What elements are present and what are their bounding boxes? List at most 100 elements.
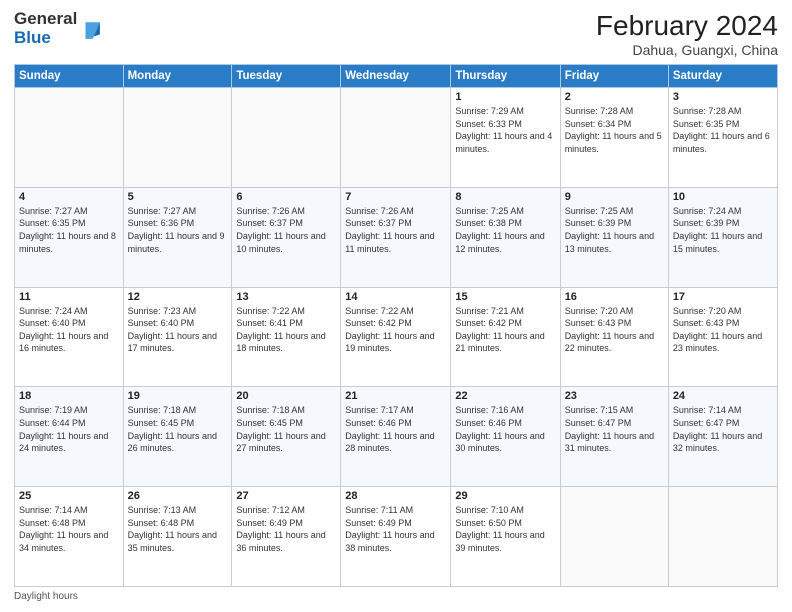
calendar-cell [15,88,124,188]
calendar-cell: 15 Sunrise: 7:21 AM Sunset: 6:42 PM Dayli… [451,287,560,387]
calendar-cell: 29 Sunrise: 7:10 AM Sunset: 6:50 PM Dayli… [451,487,560,587]
day-number: 24 [673,390,773,402]
logo-blue: Blue [14,29,77,48]
calendar-cell: 7 Sunrise: 7:26 AM Sunset: 6:37 PM Daylig… [341,187,451,287]
calendar-cell: 25 Sunrise: 7:14 AM Sunset: 6:48 PM Dayli… [15,487,124,587]
day-info: Sunrise: 7:13 AM Sunset: 6:48 PM Dayligh… [128,504,228,554]
day-info: Sunrise: 7:14 AM Sunset: 6:48 PM Dayligh… [19,504,119,554]
day-number: 26 [128,490,228,502]
calendar-cell: 19Sunrise: 7:18 AM Sunset: 6:45 PM Dayli… [123,387,232,487]
day-info: Sunrise: 7:10 AM Sunset: 6:50 PM Dayligh… [455,504,555,554]
day-number: 7 [345,191,446,203]
day-info: Sunrise: 7:20 AM Sunset: 6:43 PM Dayligh… [565,305,664,355]
calendar-cell: 21 Sunrise: 7:17 AM Sunset: 6:46 PM Dayli… [341,387,451,487]
day-number: 29 [455,490,555,502]
calendar-cell: 6Sunrise: 7:26 AM Sunset: 6:37 PM Daylig… [232,187,341,287]
day-info: Sunrise: 7:20 AM Sunset: 6:43 PM Dayligh… [673,305,773,355]
footer-note: Daylight hours [14,591,778,602]
weekday-monday: Monday [123,65,232,88]
day-number: 4 [19,191,119,203]
calendar-cell: 3 Sunrise: 7:28 AM Sunset: 6:35 PM Daylig… [668,88,777,188]
day-info: Sunrise: 7:17 AM Sunset: 6:46 PM Dayligh… [345,404,446,454]
day-info: Sunrise: 7:27 AM Sunset: 6:35 PM Dayligh… [19,205,119,255]
calendar-cell: 13Sunrise: 7:22 AM Sunset: 6:41 PM Dayli… [232,287,341,387]
month-year: February 2024 [596,10,778,42]
day-number: 12 [128,291,228,303]
day-number: 25 [19,490,119,502]
calendar-cell [668,487,777,587]
weekday-wednesday: Wednesday [341,65,451,88]
day-number: 6 [236,191,336,203]
day-number: 22 [455,390,555,402]
logo-general: General [14,10,77,29]
calendar-cell: 8Sunrise: 7:25 AM Sunset: 6:38 PM Daylig… [451,187,560,287]
day-info: Sunrise: 7:15 AM Sunset: 6:47 PM Dayligh… [565,404,664,454]
day-number: 17 [673,291,773,303]
day-number: 3 [673,91,773,103]
calendar-cell: 14 Sunrise: 7:22 AM Sunset: 6:42 PM Dayli… [341,287,451,387]
week-row-4: 25 Sunrise: 7:14 AM Sunset: 6:48 PM Dayli… [15,487,778,587]
calendar-cell: 23 Sunrise: 7:15 AM Sunset: 6:47 PM Dayli… [560,387,668,487]
day-number: 28 [345,490,446,502]
calendar-cell: 17 Sunrise: 7:20 AM Sunset: 6:43 PM Dayli… [668,287,777,387]
calendar-cell: 24Sunrise: 7:14 AM Sunset: 6:47 PM Dayli… [668,387,777,487]
day-info: Sunrise: 7:24 AM Sunset: 6:39 PM Dayligh… [673,205,773,255]
day-number: 5 [128,191,228,203]
day-info: Sunrise: 7:12 AM Sunset: 6:49 PM Dayligh… [236,504,336,554]
page: General Blue February 2024 Dahua, Guangx… [0,0,792,612]
day-info: Sunrise: 7:24 AM Sunset: 6:40 PM Dayligh… [19,305,119,355]
logo-icon [79,18,101,40]
day-info: Sunrise: 7:26 AM Sunset: 6:37 PM Dayligh… [345,205,446,255]
weekday-tuesday: Tuesday [232,65,341,88]
week-row-3: 18 Sunrise: 7:19 AM Sunset: 6:44 PM Dayli… [15,387,778,487]
day-info: Sunrise: 7:25 AM Sunset: 6:39 PM Dayligh… [565,205,664,255]
day-info: Sunrise: 7:28 AM Sunset: 6:34 PM Dayligh… [565,105,664,155]
day-info: Sunrise: 7:19 AM Sunset: 6:44 PM Dayligh… [19,404,119,454]
day-info: Sunrise: 7:21 AM Sunset: 6:42 PM Dayligh… [455,305,555,355]
calendar-body: 1 Sunrise: 7:29 AM Sunset: 6:33 PM Daylig… [15,88,778,587]
calendar-table: SundayMondayTuesdayWednesdayThursdayFrid… [14,64,778,587]
day-info: Sunrise: 7:25 AM Sunset: 6:38 PM Dayligh… [455,205,555,255]
day-info: Sunrise: 7:18 AM Sunset: 6:45 PM Dayligh… [236,404,336,454]
calendar-cell: 16 Sunrise: 7:20 AM Sunset: 6:43 PM Dayli… [560,287,668,387]
day-number: 14 [345,291,446,303]
calendar-cell [560,487,668,587]
week-row-0: 1 Sunrise: 7:29 AM Sunset: 6:33 PM Daylig… [15,88,778,188]
calendar-cell: 26 Sunrise: 7:13 AM Sunset: 6:48 PM Dayli… [123,487,232,587]
calendar-cell [341,88,451,188]
day-number: 21 [345,390,446,402]
day-number: 2 [565,91,664,103]
day-number: 9 [565,191,664,203]
day-number: 16 [565,291,664,303]
day-info: Sunrise: 7:18 AM Sunset: 6:45 PM Dayligh… [128,404,228,454]
calendar-cell: 18 Sunrise: 7:19 AM Sunset: 6:44 PM Dayli… [15,387,124,487]
weekday-friday: Friday [560,65,668,88]
day-number: 1 [455,91,555,103]
day-number: 15 [455,291,555,303]
calendar-cell: 22Sunrise: 7:16 AM Sunset: 6:46 PM Dayli… [451,387,560,487]
day-number: 20 [236,390,336,402]
day-number: 27 [236,490,336,502]
calendar-cell: 12 Sunrise: 7:23 AM Sunset: 6:40 PM Dayli… [123,287,232,387]
calendar-cell: 4 Sunrise: 7:27 AM Sunset: 6:35 PM Daylig… [15,187,124,287]
week-row-2: 11Sunrise: 7:24 AM Sunset: 6:40 PM Dayli… [15,287,778,387]
day-number: 23 [565,390,664,402]
calendar-cell: 5 Sunrise: 7:27 AM Sunset: 6:36 PM Daylig… [123,187,232,287]
header: General Blue February 2024 Dahua, Guangx… [14,10,778,58]
day-number: 18 [19,390,119,402]
calendar-cell: 1 Sunrise: 7:29 AM Sunset: 6:33 PM Daylig… [451,88,560,188]
calendar-cell [123,88,232,188]
day-info: Sunrise: 7:27 AM Sunset: 6:36 PM Dayligh… [128,205,228,255]
weekday-thursday: Thursday [451,65,560,88]
calendar-cell: 9 Sunrise: 7:25 AM Sunset: 6:39 PM Daylig… [560,187,668,287]
day-info: Sunrise: 7:29 AM Sunset: 6:33 PM Dayligh… [455,105,555,155]
weekday-saturday: Saturday [668,65,777,88]
day-info: Sunrise: 7:23 AM Sunset: 6:40 PM Dayligh… [128,305,228,355]
day-info: Sunrise: 7:22 AM Sunset: 6:42 PM Dayligh… [345,305,446,355]
day-info: Sunrise: 7:28 AM Sunset: 6:35 PM Dayligh… [673,105,773,155]
calendar-cell: 20 Sunrise: 7:18 AM Sunset: 6:45 PM Dayli… [232,387,341,487]
calendar-cell: 10Sunrise: 7:24 AM Sunset: 6:39 PM Dayli… [668,187,777,287]
calendar-cell: 27 Sunrise: 7:12 AM Sunset: 6:49 PM Dayli… [232,487,341,587]
title-block: February 2024 Dahua, Guangxi, China [596,10,778,58]
calendar-cell: 11Sunrise: 7:24 AM Sunset: 6:40 PM Dayli… [15,287,124,387]
